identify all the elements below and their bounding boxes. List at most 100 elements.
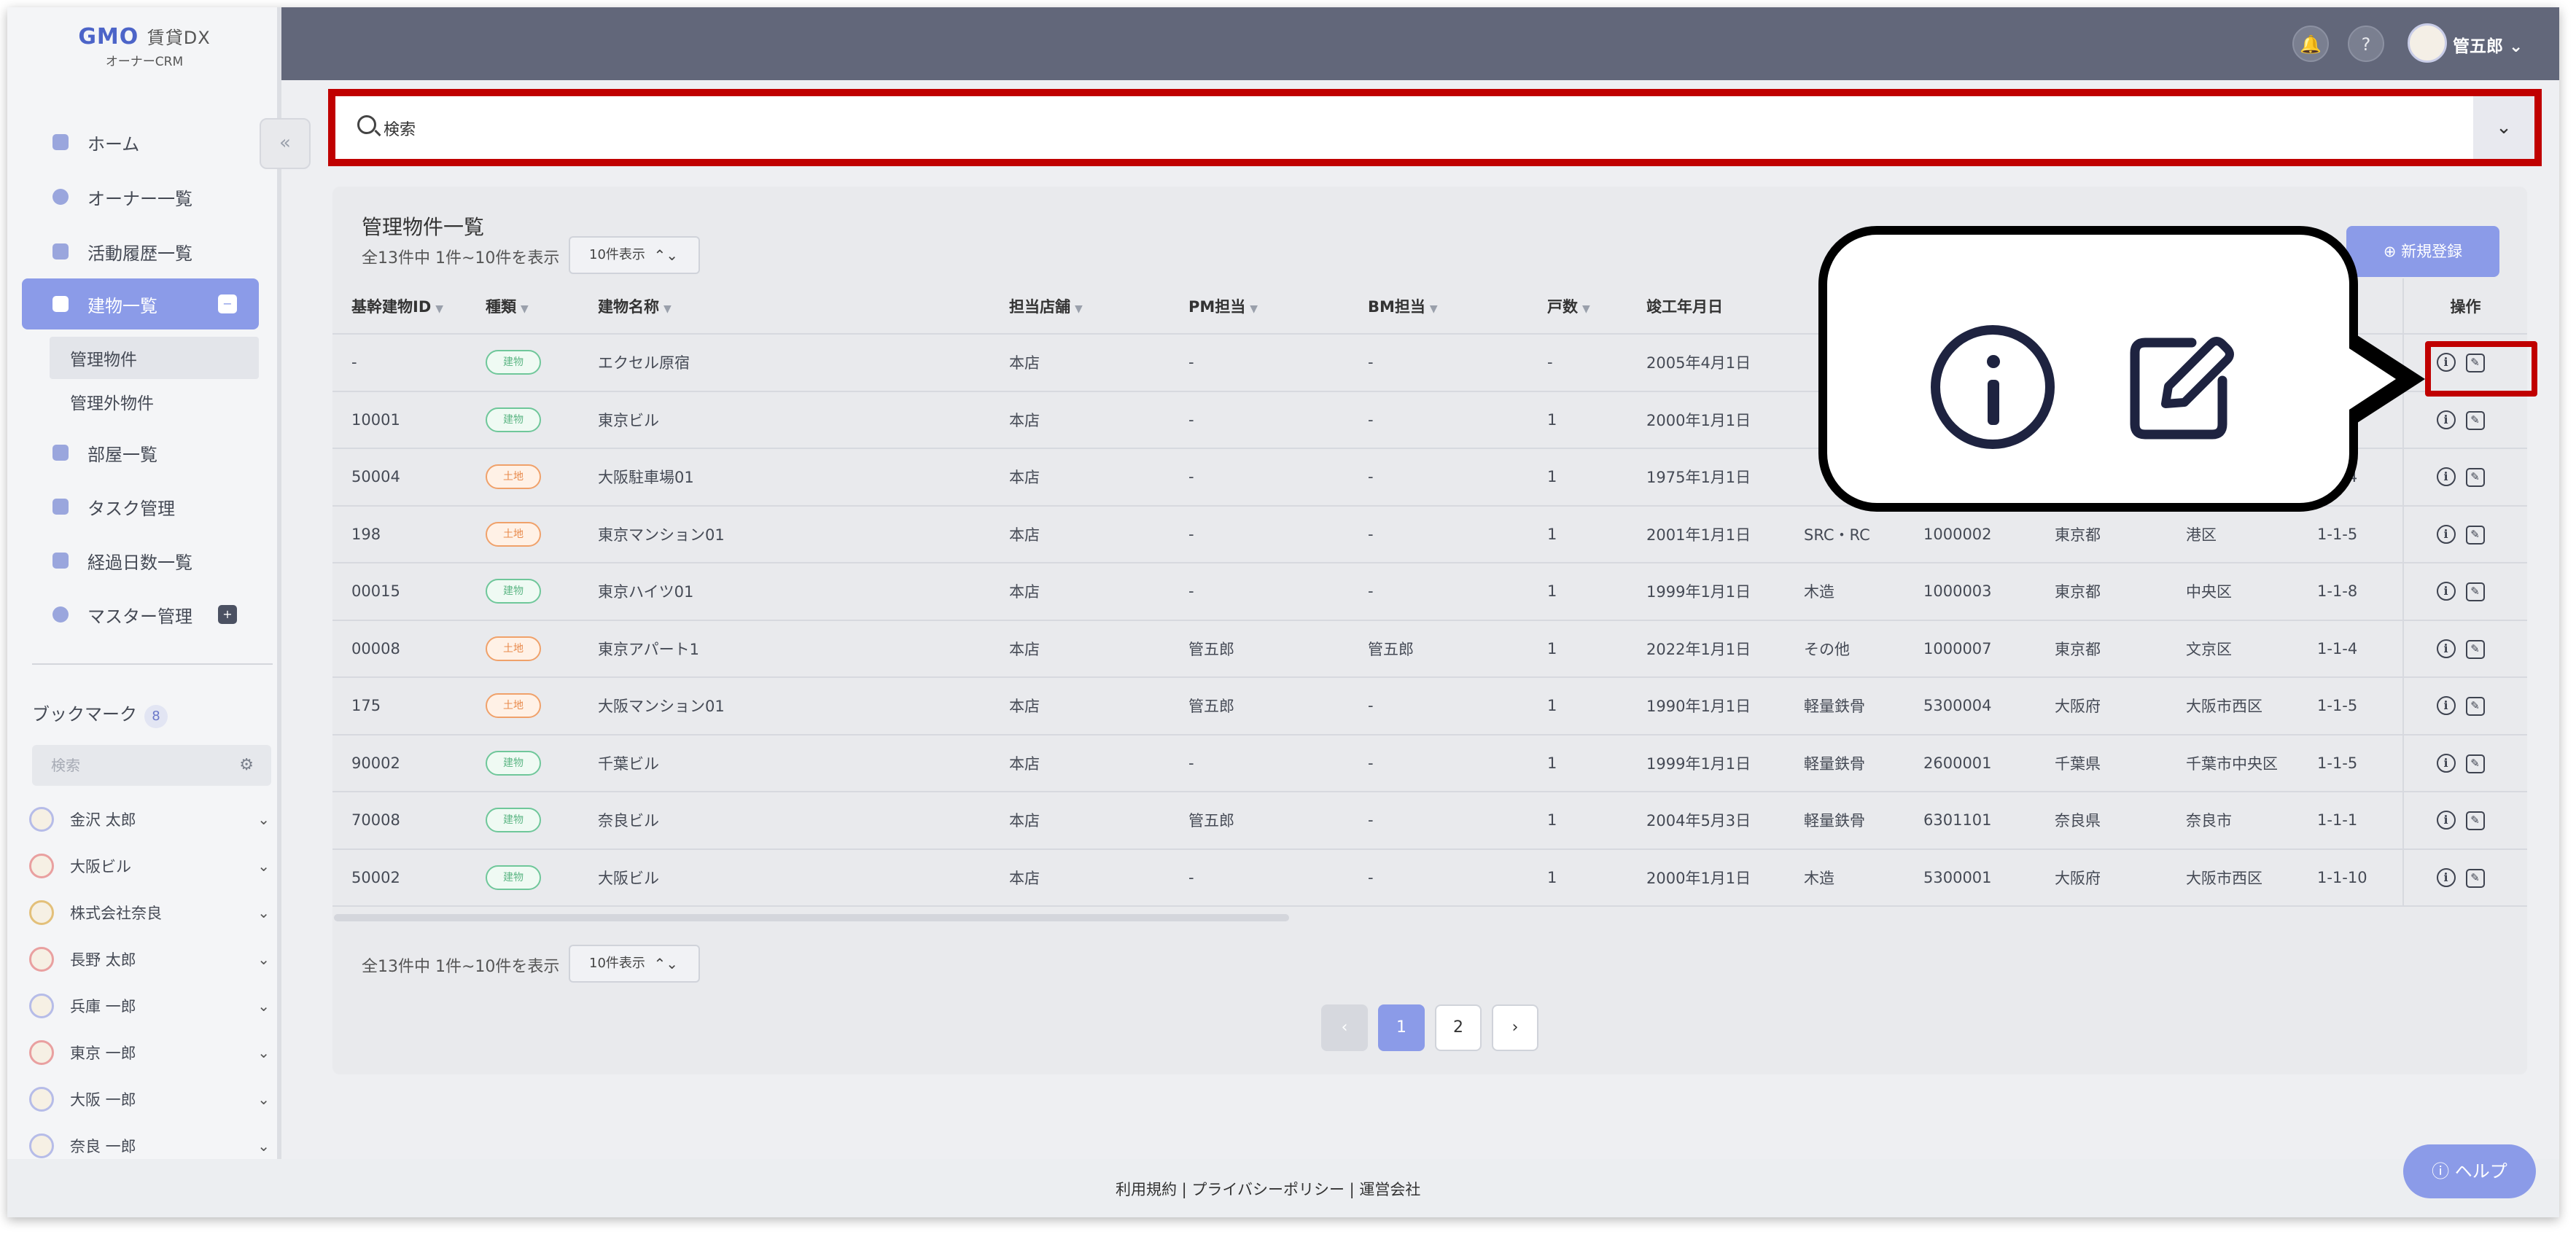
nav-owners[interactable]: オーナー一覧 <box>22 171 259 222</box>
nav-home[interactable]: ホーム <box>22 117 259 168</box>
avatar[interactable] <box>2408 23 2447 63</box>
bookmark-item[interactable]: 金沢 太郎 ⌄ <box>29 799 270 840</box>
info-icon[interactable]: i <box>2436 582 2456 601</box>
logo[interactable]: GMO 賃貸DX オーナーCRM <box>7 7 281 84</box>
table-cell: 1000007 <box>1923 620 2055 678</box>
table-cell: 1-1-1 <box>2317 792 2403 850</box>
info-icon[interactable]: i <box>2436 467 2456 487</box>
nav-elapsed-days[interactable]: 経過日数一覧 <box>22 535 259 586</box>
chevron-down-icon[interactable]: ⌄ <box>257 811 270 828</box>
table-cell: 本店 <box>1009 448 1188 507</box>
column-header[interactable]: 種類 ▼ <box>486 278 598 335</box>
bookmark-item[interactable]: 東京 一郎 ⌄ <box>29 1032 270 1073</box>
edit-icon[interactable]: ✎ <box>2465 811 2485 831</box>
help-button[interactable]: ⓘ ヘルプ <box>2403 1144 2536 1198</box>
per-page-value: 10件表示 <box>589 247 645 262</box>
info-icon[interactable]: i <box>2436 410 2456 429</box>
per-page-select-bottom[interactable]: 10件表示 ⌃⌄ <box>569 945 700 983</box>
user-menu[interactable]: 管五郎 ⌄ <box>2453 32 2523 57</box>
new-register-button[interactable]: ⊕ 新規登録 <box>2346 226 2499 277</box>
info-icon[interactable]: i <box>2436 753 2456 773</box>
table-cell: SRC・RC <box>1804 505 1923 563</box>
chevron-down-icon[interactable]: ⌄ <box>2473 96 2534 159</box>
sidebar-collapse-button[interactable]: « <box>260 118 311 169</box>
table-row[interactable]: 70008 建物 奈良ビル 本店 管五郎 -1 2004年5月3日 軽量鉄骨 6301101 奈良… <box>332 792 2527 850</box>
chevron-down-icon[interactable]: ⌄ <box>257 857 270 875</box>
sort-icon: ▼ <box>1075 303 1083 315</box>
edit-icon[interactable]: ✎ <box>2465 639 2485 659</box>
nav-master[interactable]: マスター管理 + <box>22 589 259 640</box>
logo-subtitle: オーナーCRM <box>105 55 184 69</box>
header-label: 戸数 <box>1547 297 1578 316</box>
bell-icon[interactable]: 🔔 <box>2292 26 2329 62</box>
nav-rooms[interactable]: 部屋一覧 <box>22 427 259 478</box>
table-cell: 大阪府 <box>2055 677 2186 735</box>
bookmark-item[interactable]: 大阪ビル ⌄ <box>29 846 270 886</box>
column-header[interactable]: PM担当 ▼ <box>1188 278 1368 335</box>
bookmark-item[interactable]: 大阪 一郎 ⌄ <box>29 1079 270 1120</box>
nav-buildings[interactable]: 建物一覧 − <box>22 278 259 329</box>
column-header[interactable]: 竣工年月日 <box>1646 278 1804 335</box>
collapse-toggle[interactable]: − <box>218 294 237 313</box>
edit-icon[interactable]: ✎ <box>2465 468 2485 488</box>
pagination-prev[interactable]: ‹ <box>1321 1004 1368 1051</box>
chevron-down-icon[interactable]: ⌄ <box>257 951 270 968</box>
info-icon[interactable]: i <box>2436 867 2456 887</box>
column-header[interactable]: 建物名称 ▼ <box>598 278 1009 335</box>
table-cell: 東京都 <box>2055 620 2186 678</box>
per-page-select[interactable]: 10件表示 ⌃⌄ <box>569 236 700 274</box>
table-cell: 大阪マンション01 <box>598 677 1009 735</box>
table-row[interactable]: 50002 建物 大阪ビル 本店 - -1 2000年1月1日 木造 5300001 大阪府 大阪市… <box>332 848 2527 907</box>
table-row[interactable]: 175 土地 大阪マンション01 本店 管五郎 -1 1990年1月1日 軽量鉄骨 530000… <box>332 677 2527 735</box>
help-icon[interactable]: ? <box>2348 26 2384 62</box>
bookmark-item[interactable]: 株式会社奈良 ⌄ <box>29 892 270 933</box>
bookmark-item[interactable]: 長野 太郎 ⌄ <box>29 939 270 980</box>
info-icon[interactable]: i <box>2436 639 2456 658</box>
search-bar[interactable]: 検索 ⌄ <box>328 89 2542 166</box>
sidebar: GMO 賃貸DX オーナーCRM ホーム オーナー一覧 活動履歴一覧 建物一覧 −… <box>7 7 281 1159</box>
search-input[interactable]: 検索 <box>384 117 416 140</box>
bookmark-item[interactable]: 兵庫 一郎 ⌄ <box>29 986 270 1026</box>
table-row[interactable]: 00015 建物 東京ハイツ01 本店 - -1 1999年1月1日 木造 1000003 東京都… <box>332 563 2527 621</box>
chevron-down-icon[interactable]: ⌄ <box>257 1044 270 1061</box>
bookmark-search-input[interactable]: 検索 ⚙ <box>32 745 271 786</box>
edit-icon[interactable]: ✎ <box>2465 410 2485 430</box>
column-header[interactable]: 担当店舗 ▼ <box>1009 278 1188 335</box>
table-row[interactable]: 198 土地 東京マンション01 本店 - -1 2001年1月1日 SRC・RC 100000… <box>332 505 2527 563</box>
nav-label: 部屋一覧 <box>87 444 157 465</box>
edit-icon[interactable]: ✎ <box>2465 868 2485 888</box>
table-cell: 建物 <box>486 848 598 907</box>
table-cell: 本店 <box>1009 734 1188 792</box>
edit-icon[interactable]: ✎ <box>2465 525 2485 545</box>
column-header[interactable]: 基幹建物ID ▼ <box>332 278 486 335</box>
expand-toggle[interactable]: + <box>218 605 237 624</box>
pagination-page[interactable]: 2 <box>1435 1004 1482 1051</box>
footer-links[interactable]: 利用規約 | プライバシーポリシー | 運営会社 <box>1116 1178 1420 1200</box>
table-cell: 70008 <box>332 792 486 850</box>
column-header[interactable]: 戸数 ▼ <box>1547 278 1646 335</box>
table-cell: 1 <box>1547 620 1646 678</box>
table-row[interactable]: 00008 土地 東京アパート1 本店 管五郎 管五郎 1 2022年1月1日 その他 10000… <box>332 620 2527 678</box>
info-icon[interactable]: i <box>2436 696 2456 716</box>
table-cell: 東京ビル <box>598 391 1009 449</box>
chevron-down-icon[interactable]: ⌄ <box>257 997 270 1015</box>
nav-activities[interactable]: 活動履歴一覧 <box>22 226 259 277</box>
filter-icon[interactable]: ⚙ <box>239 755 254 776</box>
subnav-unmanaged[interactable]: 管理外物件 <box>50 381 259 423</box>
pagination-next[interactable]: › <box>1492 1004 1538 1051</box>
edit-icon[interactable]: ✎ <box>2465 582 2485 602</box>
edit-icon[interactable]: ✎ <box>2465 754 2485 773</box>
table-cell: 5300001 <box>1923 848 2055 907</box>
horizontal-scrollbar[interactable] <box>334 914 1289 921</box>
info-icon[interactable]: i <box>2436 524 2456 544</box>
pagination-page[interactable]: 1 <box>1378 1004 1425 1051</box>
chevron-down-icon[interactable]: ⌄ <box>257 904 270 921</box>
chevron-down-icon[interactable]: ⌄ <box>257 1090 270 1108</box>
info-icon[interactable]: i <box>2436 811 2456 830</box>
nav-tasks[interactable]: タスク管理 <box>22 481 259 532</box>
subnav-managed[interactable]: 管理物件 <box>50 337 259 379</box>
edit-icon[interactable]: ✎ <box>2465 697 2485 717</box>
chevron-down-icon[interactable]: ⌄ <box>257 1137 270 1155</box>
column-header[interactable]: BM担当 ▼ <box>1368 278 1547 335</box>
table-row[interactable]: 90002 建物 千葉ビル 本店 - -1 1999年1月1日 軽量鉄骨 2600001 千葉県千… <box>332 734 2527 792</box>
